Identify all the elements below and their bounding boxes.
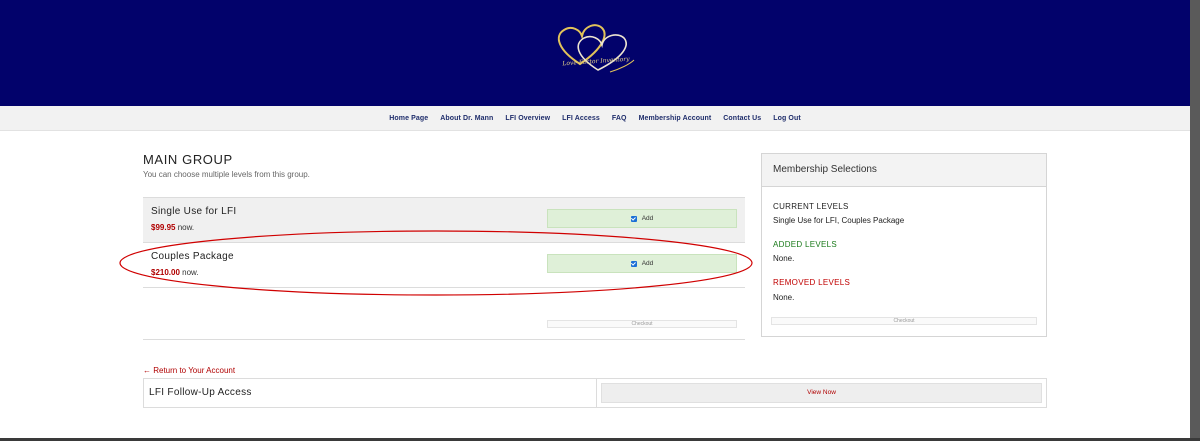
nav-lfi-overview[interactable]: LFI Overview — [505, 115, 550, 122]
level-name: Single Use for LFI — [151, 206, 237, 217]
removed-levels-value: None. — [773, 293, 795, 302]
followup-access-row: LFI Follow-Up Access View Now — [143, 378, 1047, 408]
window-edge-right — [1190, 0, 1200, 441]
level-name: Couples Package — [151, 251, 234, 262]
main-nav: Home Page About Dr. Mann LFI Overview LF… — [0, 106, 1190, 131]
level-price: $210.00 now. — [151, 268, 199, 277]
site-header: Love Factor Inventory — [0, 0, 1190, 106]
checkbox-checked-icon[interactable] — [630, 260, 637, 267]
level-row-single-use: Single Use for LFI $99.95 now. Add — [143, 197, 745, 242]
nav-contact-us[interactable]: Contact Us — [723, 115, 761, 122]
double-heart-logo-icon[interactable] — [550, 14, 640, 82]
return-to-account-link[interactable]: ← Return to Your Account — [143, 366, 235, 375]
nav-log-out[interactable]: Log Out — [773, 115, 801, 122]
nav-about-dr-mann[interactable]: About Dr. Mann — [440, 115, 493, 122]
divider — [143, 339, 745, 340]
checkout-button[interactable]: Checkout — [547, 320, 737, 328]
membership-selections-panel: Membership Selections CURRENT LEVELS Sin… — [761, 153, 1047, 337]
price-amount: $99.95 — [151, 223, 176, 232]
current-levels-value: Single Use for LFI, Couples Package — [773, 216, 905, 225]
view-now-button[interactable]: View Now — [601, 383, 1042, 403]
page: Love Factor Inventory Home Page About Dr… — [0, 0, 1190, 438]
price-amount: $210.00 — [151, 268, 180, 277]
add-button-label: Add — [641, 260, 654, 267]
nav-home-page[interactable]: Home Page — [389, 115, 428, 122]
add-button-label: Add — [641, 215, 654, 222]
panel-checkout-button[interactable]: Checkout — [771, 317, 1037, 325]
panel-title: Membership Selections — [762, 154, 1046, 187]
add-level-button[interactable]: Add — [547, 209, 737, 228]
nav-membership-account[interactable]: Membership Account — [639, 115, 712, 122]
add-level-button[interactable]: Add — [547, 254, 737, 273]
nav-lfi-access[interactable]: LFI Access — [562, 115, 600, 122]
removed-levels-label: REMOVED LEVELS — [773, 278, 851, 287]
followup-name: LFI Follow-Up Access — [149, 387, 252, 398]
added-levels-value: None. — [773, 254, 795, 263]
divider — [596, 379, 597, 407]
price-suffix: now. — [179, 268, 199, 277]
level-price: $99.95 now. — [151, 223, 194, 232]
checkbox-checked-icon[interactable] — [630, 215, 637, 222]
level-row-couples-package: Couples Package $210.00 now. Add — [143, 242, 745, 288]
added-levels-label: ADDED LEVELS — [773, 240, 838, 249]
price-suffix: now. — [175, 223, 195, 232]
group-description: You can choose multiple levels from this… — [143, 170, 310, 179]
group-title: MAIN GROUP — [143, 152, 233, 167]
current-levels-label: CURRENT LEVELS — [773, 202, 849, 211]
nav-faq[interactable]: FAQ — [612, 115, 627, 122]
